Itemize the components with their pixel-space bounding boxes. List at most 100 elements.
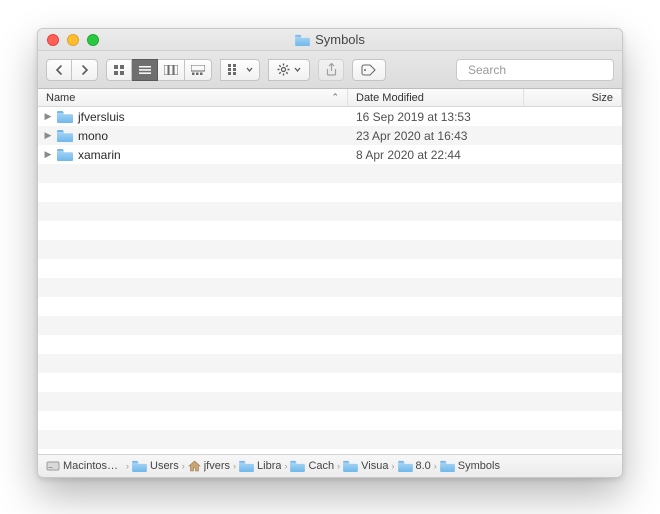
- empty-row: [38, 392, 622, 411]
- window-title-text: Symbols: [315, 32, 365, 47]
- list-icon: [139, 65, 151, 75]
- columns-icon: [164, 65, 178, 75]
- path-separator-icon: ›: [284, 461, 287, 471]
- sort-ascending-icon: ⌃: [331, 92, 339, 103]
- arrange-icon: [228, 64, 242, 75]
- minimize-window-button[interactable]: [67, 34, 79, 46]
- empty-row: [38, 183, 622, 202]
- empty-row: [38, 240, 622, 259]
- file-date: 16 Sep 2019 at 13:53: [348, 110, 524, 124]
- view-mode-buttons: [106, 59, 212, 81]
- tag-icon: [361, 64, 377, 76]
- view-column-button[interactable]: [158, 59, 185, 81]
- disclosure-triangle-icon[interactable]: ▶: [44, 149, 52, 160]
- forward-button[interactable]: [72, 59, 98, 81]
- path-item[interactable]: Libra: [239, 460, 281, 472]
- path-label: Macintosh HD: [63, 460, 123, 472]
- empty-row: [38, 297, 622, 316]
- column-date-modified[interactable]: Date Modified: [348, 89, 524, 106]
- arrange-group: [220, 59, 260, 81]
- share-icon: [326, 63, 337, 76]
- folder-icon: [295, 34, 310, 46]
- view-gallery-button[interactable]: [185, 59, 212, 81]
- file-name: mono: [78, 129, 108, 143]
- empty-row: [38, 278, 622, 297]
- folder-icon: [343, 460, 358, 472]
- empty-row: [38, 164, 622, 183]
- arrange-button[interactable]: [220, 59, 260, 81]
- path-label: Libra: [257, 460, 281, 472]
- folder-icon: [57, 148, 73, 161]
- chevron-down-icon: [246, 67, 253, 72]
- back-button[interactable]: [46, 59, 72, 81]
- nav-buttons: [46, 59, 98, 81]
- search-field[interactable]: [456, 59, 614, 81]
- titlebar: Symbols: [38, 29, 622, 51]
- path-item[interactable]: 8.0: [398, 460, 431, 472]
- table-row[interactable]: ▶ mono 23 Apr 2020 at 16:43: [38, 126, 622, 145]
- file-date: 8 Apr 2020 at 22:44: [348, 148, 524, 162]
- empty-row: [38, 373, 622, 392]
- path-item[interactable]: Cach: [290, 460, 334, 472]
- gear-icon: [277, 63, 290, 76]
- action-button[interactable]: [268, 59, 310, 81]
- path-label: Visua: [361, 460, 388, 472]
- grid-icon: [113, 64, 125, 76]
- folder-icon: [290, 460, 305, 472]
- file-date: 23 Apr 2020 at 16:43: [348, 129, 524, 143]
- folder-icon: [440, 460, 455, 472]
- empty-row: [38, 316, 622, 335]
- toolbar: [38, 51, 622, 89]
- zoom-window-button[interactable]: [87, 34, 99, 46]
- empty-row: [38, 411, 622, 430]
- folder-icon: [132, 460, 147, 472]
- close-window-button[interactable]: [47, 34, 59, 46]
- table-row[interactable]: ▶ xamarin 8 Apr 2020 at 22:44: [38, 145, 622, 164]
- file-list[interactable]: ▶ jfversluis 16 Sep 2019 at 13:53 ▶ mono 23 A…: [38, 107, 622, 454]
- window-title: Symbols: [38, 32, 622, 47]
- column-size[interactable]: Size: [524, 89, 622, 106]
- gallery-icon: [191, 65, 205, 75]
- empty-row: [38, 202, 622, 221]
- home-icon: [188, 460, 201, 472]
- path-bar: Macintosh HD›Users›jfvers›Libra›Cach›Vis…: [38, 454, 622, 477]
- disclosure-triangle-icon[interactable]: ▶: [44, 130, 52, 141]
- path-separator-icon: ›: [392, 461, 395, 471]
- tags-button[interactable]: [352, 59, 386, 81]
- view-list-button[interactable]: [132, 59, 158, 81]
- path-item[interactable]: jfvers: [188, 460, 230, 472]
- file-name: xamarin: [78, 148, 121, 162]
- search-input[interactable]: [468, 63, 623, 77]
- table-row[interactable]: ▶ jfversluis 16 Sep 2019 at 13:53: [38, 107, 622, 126]
- path-item[interactable]: Symbols: [440, 460, 500, 472]
- file-name: jfversluis: [78, 110, 125, 124]
- share-button[interactable]: [318, 59, 344, 81]
- folder-icon: [57, 129, 73, 142]
- path-item[interactable]: Macintosh HD: [46, 460, 123, 472]
- path-label: Symbols: [458, 460, 500, 472]
- path-separator-icon: ›: [126, 461, 129, 471]
- view-icon-button[interactable]: [106, 59, 132, 81]
- chevron-down-icon: [294, 67, 301, 72]
- window-controls: [38, 34, 99, 46]
- path-item[interactable]: Visua: [343, 460, 388, 472]
- folder-icon: [239, 460, 254, 472]
- path-item[interactable]: Users: [132, 460, 179, 472]
- path-separator-icon: ›: [233, 461, 236, 471]
- disclosure-triangle-icon[interactable]: ▶: [44, 111, 52, 122]
- path-label: jfvers: [204, 460, 230, 472]
- folder-icon: [57, 110, 73, 123]
- column-name[interactable]: Name ⌃: [38, 89, 348, 106]
- chevron-left-icon: [55, 65, 63, 75]
- action-group: [268, 59, 310, 81]
- empty-row: [38, 221, 622, 240]
- empty-row: [38, 335, 622, 354]
- path-label: Users: [150, 460, 179, 472]
- empty-row: [38, 354, 622, 373]
- path-label: 8.0: [416, 460, 431, 472]
- folder-icon: [398, 460, 413, 472]
- path-separator-icon: ›: [434, 461, 437, 471]
- column-header: Name ⌃ Date Modified Size: [38, 89, 622, 107]
- path-separator-icon: ›: [337, 461, 340, 471]
- chevron-right-icon: [81, 65, 89, 75]
